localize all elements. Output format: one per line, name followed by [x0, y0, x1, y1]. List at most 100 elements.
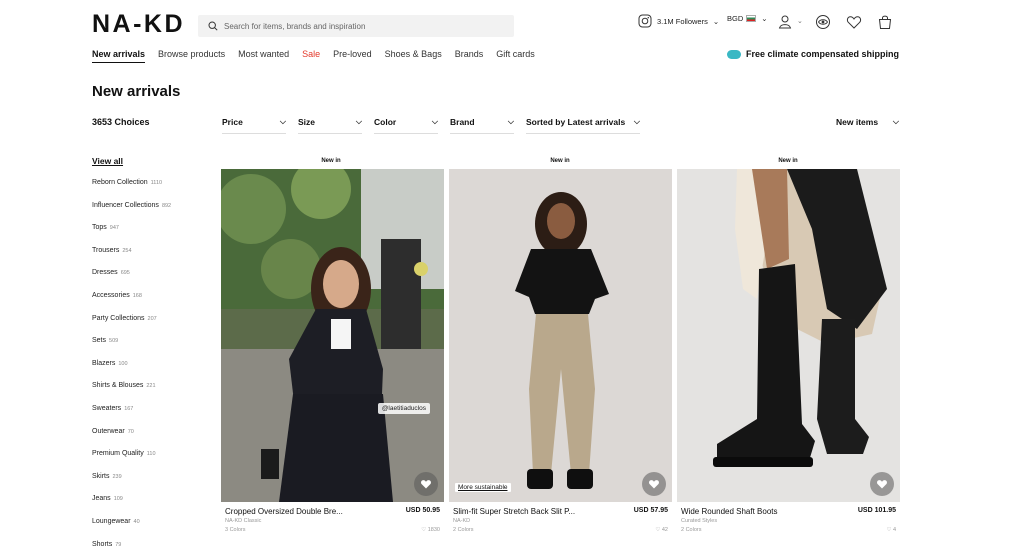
bag-icon: [878, 15, 892, 29]
eye-icon: [816, 15, 830, 29]
chevron-down-icon: ⌄: [761, 14, 768, 23]
product-card-info[interactable]: Cropped Oversized Double Bre... USD 50.95…: [221, 507, 444, 533]
chevron-down-icon: ⌵: [355, 116, 362, 126]
product-name[interactable]: Cropped Oversized Double Bre...: [225, 507, 343, 516]
search-input[interactable]: Search for items, brands and inspiration: [198, 15, 514, 37]
sidebar-item-count: 100: [118, 360, 128, 367]
product-brand: Curated Styles: [681, 518, 718, 524]
search-placeholder: Search for items, brands and inspiration: [224, 21, 366, 31]
likes-count: 4: [892, 527, 896, 533]
sidebar-item-label: Trousers: [92, 246, 120, 254]
sidebar-item[interactable]: Trousers 254: [92, 246, 171, 269]
sidebar-item[interactable]: Accessories 168: [92, 291, 171, 314]
product-brand: NA-KD: [453, 518, 471, 524]
product-price: USD 57.95: [633, 507, 668, 514]
sidebar-item-count: 1110: [150, 180, 163, 186]
product-likes: ♡ 42: [655, 527, 668, 533]
sidebar-item-label: Reborn Collection: [92, 179, 148, 186]
sidebar-item-count: 221: [146, 383, 156, 390]
sidebar-item[interactable]: Blazers 100: [92, 359, 171, 382]
recently-viewed-button[interactable]: [815, 14, 831, 35]
nav-browse-products[interactable]: Browse products: [158, 49, 225, 63]
product-price: USD 101.95: [857, 507, 896, 514]
sidebar-item-count: 695: [120, 270, 130, 277]
chevron-down-icon: ⌵: [892, 117, 899, 126]
currency-selector[interactable]: BGD ⌄: [727, 14, 768, 23]
likes-count: 42: [661, 527, 668, 533]
filter-price[interactable]: Price ⌵: [222, 110, 286, 134]
sidebar-item-label: Jeans: [92, 495, 111, 503]
sidebar-item[interactable]: Sweaters 167: [92, 404, 171, 427]
filter-brand[interactable]: Brand ⌵: [450, 110, 514, 134]
wishlist-toggle[interactable]: [414, 472, 438, 496]
product-card-info[interactable]: Wide Rounded Shaft Boots USD 101.95 Curat…: [677, 507, 900, 533]
view-dropdown[interactable]: New items ⌵: [836, 110, 899, 134]
product-name[interactable]: Wide Rounded Shaft Boots: [681, 507, 778, 516]
cart-button[interactable]: [877, 14, 893, 35]
sort-dropdown[interactable]: Sorted by Latest arrivals ⌵: [526, 110, 640, 134]
filter-price-label: Price: [222, 116, 243, 127]
sidebar-item-label: Blazers: [92, 359, 116, 367]
filter-color[interactable]: Color ⌵: [374, 110, 438, 134]
sidebar-item[interactable]: Dresses 695: [92, 268, 171, 291]
chevron-down-icon: ⌄: [797, 18, 803, 25]
filter-size[interactable]: Size ⌵: [298, 110, 362, 134]
sidebar-item-count: 70: [127, 428, 134, 435]
shipping-banner[interactable]: Free climate compensated shipping: [726, 49, 899, 59]
sidebar-item[interactable]: Skirts 239: [92, 472, 171, 495]
wishlist-toggle[interactable]: [870, 472, 894, 496]
sidebar-view-all[interactable]: View all: [92, 156, 171, 166]
product-photo: [449, 169, 672, 502]
heart-icon: [649, 480, 659, 489]
product-image-trousers[interactable]: More sustainable: [449, 169, 672, 502]
instagram-link[interactable]: 3.1M Followers ⌄: [638, 14, 719, 28]
heart-icon: [877, 480, 887, 489]
sidebar-item-label: Dresses: [92, 269, 118, 277]
sidebar-item-label: Party Collections: [92, 314, 145, 322]
account-button[interactable]: [778, 14, 794, 35]
product-card-info[interactable]: Slim-fit Super Stretch Back Slit P... USD…: [449, 507, 672, 533]
sidebar-item[interactable]: Shorts 79: [92, 540, 171, 552]
sidebar-item[interactable]: Loungewear 40: [92, 517, 171, 540]
sidebar-item-count: 947: [109, 225, 119, 232]
sustainable-tag[interactable]: More sustainable: [455, 483, 511, 492]
main-nav: New arrivals Browse products Most wanted…: [92, 49, 535, 63]
nav-most-wanted[interactable]: Most wanted: [238, 49, 289, 63]
product-colors: 3 Colors: [225, 527, 246, 533]
nav-shoes-bags[interactable]: Shoes & Bags: [385, 49, 442, 63]
sidebar-item[interactable]: Sets 509: [92, 336, 171, 359]
sidebar-item[interactable]: Tops 947: [92, 223, 171, 246]
sidebar-item[interactable]: Party Collections 207: [92, 314, 171, 337]
sidebar-item[interactable]: Influencer Collections 892: [92, 201, 171, 224]
new-in-badge: New in: [550, 158, 570, 164]
chevron-down-icon: ⌵: [431, 116, 438, 126]
sidebar-item-label: Shirts & Blouses: [92, 382, 144, 390]
sidebar-item[interactable]: Outerwear 70: [92, 427, 171, 450]
chevron-down-icon: ⌵: [279, 116, 286, 126]
cloud-icon: [726, 49, 741, 59]
sidebar-item-label: Accessories: [92, 291, 130, 299]
product-name[interactable]: Slim-fit Super Stretch Back Slit P...: [453, 507, 575, 516]
likes-count: 1830: [427, 527, 440, 533]
view-label: New items: [836, 117, 879, 127]
sidebar-item-label: Premium Quality: [92, 450, 144, 458]
sidebar-item[interactable]: Jeans 109: [92, 494, 171, 517]
nav-sale[interactable]: Sale: [302, 49, 320, 63]
sidebar-item[interactable]: Premium Quality 110: [92, 449, 171, 472]
sidebar-item[interactable]: Reborn Collection 1110: [92, 178, 171, 201]
wishlist-toggle[interactable]: [642, 472, 666, 496]
nav-pre-loved[interactable]: Pre-loved: [333, 49, 372, 63]
wishlist-button[interactable]: [846, 14, 862, 35]
influencer-tag: @laetitiaduclos: [377, 403, 430, 414]
nav-brands[interactable]: Brands: [455, 49, 484, 63]
sidebar-item[interactable]: Shirts & Blouses 221: [92, 381, 171, 404]
chevron-down-icon: ⌄: [712, 16, 720, 26]
product-image-boots[interactable]: [677, 169, 900, 502]
nav-new-arrivals[interactable]: New arrivals: [92, 49, 146, 63]
product-image-blazer[interactable]: @laetitiaduclos: [221, 169, 444, 502]
logo[interactable]: NA-KD: [92, 10, 185, 39]
nav-gift-cards[interactable]: Gift cards: [496, 49, 535, 63]
sidebar-item-count: 110: [146, 451, 156, 458]
flag-icon: [746, 15, 757, 22]
chevron-down-icon: ⌵: [507, 116, 514, 126]
